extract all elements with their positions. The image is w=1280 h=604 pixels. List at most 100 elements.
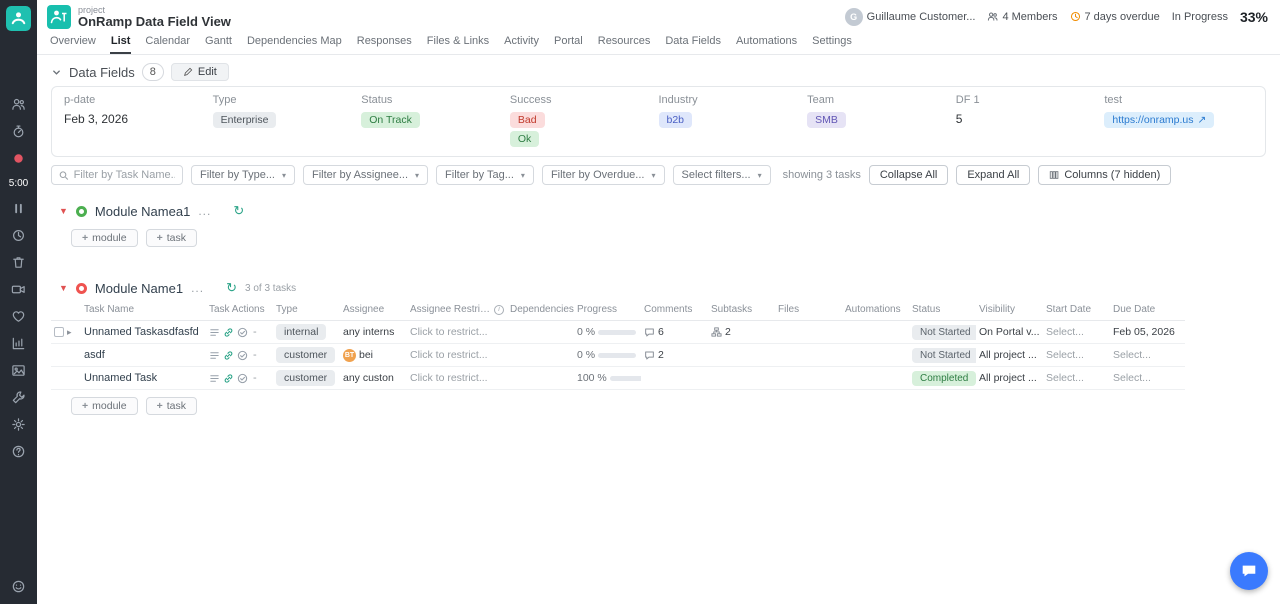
clock-icon[interactable] xyxy=(11,228,26,243)
visibility-cell[interactable]: All project ... xyxy=(976,344,1043,367)
filter-by-assignee-dropdown[interactable]: Filter by Assignee... ▾ xyxy=(303,165,429,185)
comments-cell[interactable]: 2 xyxy=(641,344,708,367)
status-chip[interactable]: Not Started xyxy=(912,324,976,340)
assignee-cell[interactable]: any interns xyxy=(340,321,407,344)
df-value-type-chip[interactable]: Enterprise xyxy=(212,112,277,128)
progress-bar[interactable] xyxy=(598,329,637,335)
list-icon[interactable] xyxy=(209,327,220,338)
columns-button[interactable]: Columns (7 hidden) xyxy=(1038,165,1172,185)
task-type-chip[interactable]: customer xyxy=(276,347,336,363)
df-value-team-chip[interactable]: SMB xyxy=(807,112,846,128)
df-value-status-chip[interactable]: On Track xyxy=(361,112,420,128)
df-value-df1[interactable]: 5 xyxy=(956,112,1105,147)
list-icon[interactable] xyxy=(209,350,220,361)
filter-by-type-dropdown[interactable]: Filter by Type... ▾ xyxy=(191,165,296,185)
pause-icon[interactable] xyxy=(11,201,26,216)
task-name-cell[interactable]: Unnamed Taskasdfasfd xyxy=(81,321,206,344)
user-menu[interactable]: G Guillaume Customer... xyxy=(844,7,975,26)
help-icon[interactable] xyxy=(11,444,26,459)
due-date-cell[interactable]: Select... xyxy=(1110,367,1185,390)
df-value-p-date[interactable]: Feb 3, 2026 xyxy=(64,112,213,147)
chat-fab-button[interactable] xyxy=(1230,552,1268,590)
tab-resources[interactable]: Resources xyxy=(597,32,652,54)
row-expand-icon[interactable]: ▸ xyxy=(67,327,72,338)
refresh-icon[interactable]: ↻ xyxy=(233,203,244,219)
df-value-success-ok-chip[interactable]: Ok xyxy=(509,131,540,147)
collapse-all-button[interactable]: Collapse All xyxy=(868,165,949,185)
members-count[interactable]: 4 Members xyxy=(987,11,1058,23)
df-value-success-bad-chip[interactable]: Bad xyxy=(509,112,545,128)
filter-by-tag-dropdown[interactable]: Filter by Tag... ▾ xyxy=(436,165,534,185)
df-value-industry-chip[interactable]: b2b xyxy=(658,112,693,128)
refresh-icon[interactable]: ↻ xyxy=(226,280,237,296)
files-cell[interactable] xyxy=(775,367,842,390)
subtasks-cell[interactable]: 2 xyxy=(708,321,775,344)
df-value-test-link[interactable]: https://onramp.us ↗ xyxy=(1104,112,1215,128)
chevron-down-icon[interactable] xyxy=(51,67,62,78)
restriction-cell[interactable]: Click to restrict... xyxy=(407,344,507,367)
start-date-cell[interactable]: Select... xyxy=(1043,367,1110,390)
add-module-button[interactable]: + module xyxy=(71,229,138,247)
avatar[interactable]: G xyxy=(844,7,863,26)
check-circle-icon[interactable] xyxy=(237,350,248,361)
subtasks-cell[interactable] xyxy=(708,367,775,390)
module-name[interactable]: Module Name1 xyxy=(95,281,183,296)
automations-cell[interactable] xyxy=(842,344,909,367)
assignee-cell[interactable]: any custon xyxy=(340,367,407,390)
trash-icon[interactable] xyxy=(11,255,26,270)
link-icon[interactable] xyxy=(223,373,234,384)
gear-icon[interactable] xyxy=(11,417,26,432)
tab-automations[interactable]: Automations xyxy=(735,32,798,54)
row-checkbox[interactable] xyxy=(54,327,64,337)
subtasks-cell[interactable] xyxy=(708,344,775,367)
visibility-cell[interactable]: All project ... xyxy=(976,367,1043,390)
heart-icon[interactable] xyxy=(11,309,26,324)
dependencies-cell[interactable] xyxy=(507,344,574,367)
check-circle-icon[interactable] xyxy=(237,327,248,338)
assignee-cell[interactable]: BT bei xyxy=(340,344,407,367)
smiley-icon[interactable] xyxy=(11,579,26,594)
list-icon[interactable] xyxy=(209,373,220,384)
files-cell[interactable] xyxy=(775,344,842,367)
task-name-cell[interactable]: asdf xyxy=(81,344,206,367)
add-task-button[interactable]: + task xyxy=(145,229,197,247)
files-cell[interactable] xyxy=(775,321,842,344)
progress-cell[interactable]: 100 % xyxy=(574,367,641,390)
people-icon[interactable] xyxy=(11,97,26,112)
filter-by-overdue-dropdown[interactable]: Filter by Overdue... ▾ xyxy=(541,165,665,185)
wrench-icon[interactable] xyxy=(11,390,26,405)
progress-cell[interactable]: 0 % xyxy=(574,321,641,344)
module-more-icon[interactable]: ... xyxy=(191,281,204,295)
dependencies-cell[interactable] xyxy=(507,321,574,344)
module-more-icon[interactable]: ... xyxy=(198,204,211,218)
record-icon[interactable] xyxy=(11,151,26,166)
tab-gantt[interactable]: Gantt xyxy=(204,32,233,54)
collapse-triangle-icon[interactable]: ▼ xyxy=(59,206,68,216)
progress-bar[interactable] xyxy=(598,352,637,358)
tab-list[interactable]: List xyxy=(109,32,132,54)
restriction-cell[interactable]: Click to restrict... xyxy=(407,321,507,344)
expand-all-button[interactable]: Expand All xyxy=(956,165,1031,185)
status-chip[interactable]: Not Started xyxy=(912,347,976,363)
stopwatch-icon[interactable] xyxy=(11,124,26,139)
edit-fields-button[interactable]: Edit xyxy=(170,63,229,81)
visibility-cell[interactable]: On Portal v... xyxy=(976,321,1043,344)
task-name-cell[interactable]: Unnamed Task xyxy=(81,367,206,390)
module-name[interactable]: Module Namea1 xyxy=(95,204,190,219)
progress-bar[interactable] xyxy=(609,375,641,381)
image-icon[interactable] xyxy=(11,363,26,378)
tab-dependencies-map[interactable]: Dependencies Map xyxy=(246,32,343,54)
start-date-cell[interactable]: Select... xyxy=(1043,344,1110,367)
automations-cell[interactable] xyxy=(842,367,909,390)
link-icon[interactable] xyxy=(223,327,234,338)
progress-cell[interactable]: 0 % xyxy=(574,344,641,367)
tab-data-fields[interactable]: Data Fields xyxy=(664,32,722,54)
task-name-filter[interactable] xyxy=(51,165,183,185)
dependencies-cell[interactable] xyxy=(507,367,574,390)
tab-activity[interactable]: Activity xyxy=(503,32,540,54)
task-name-filter-input[interactable] xyxy=(73,169,175,181)
app-logo-icon[interactable] xyxy=(6,6,31,31)
due-date-cell[interactable]: Feb 05, 2026 xyxy=(1110,321,1185,344)
chart-icon[interactable] xyxy=(11,336,26,351)
task-type-chip[interactable]: customer xyxy=(276,370,336,386)
